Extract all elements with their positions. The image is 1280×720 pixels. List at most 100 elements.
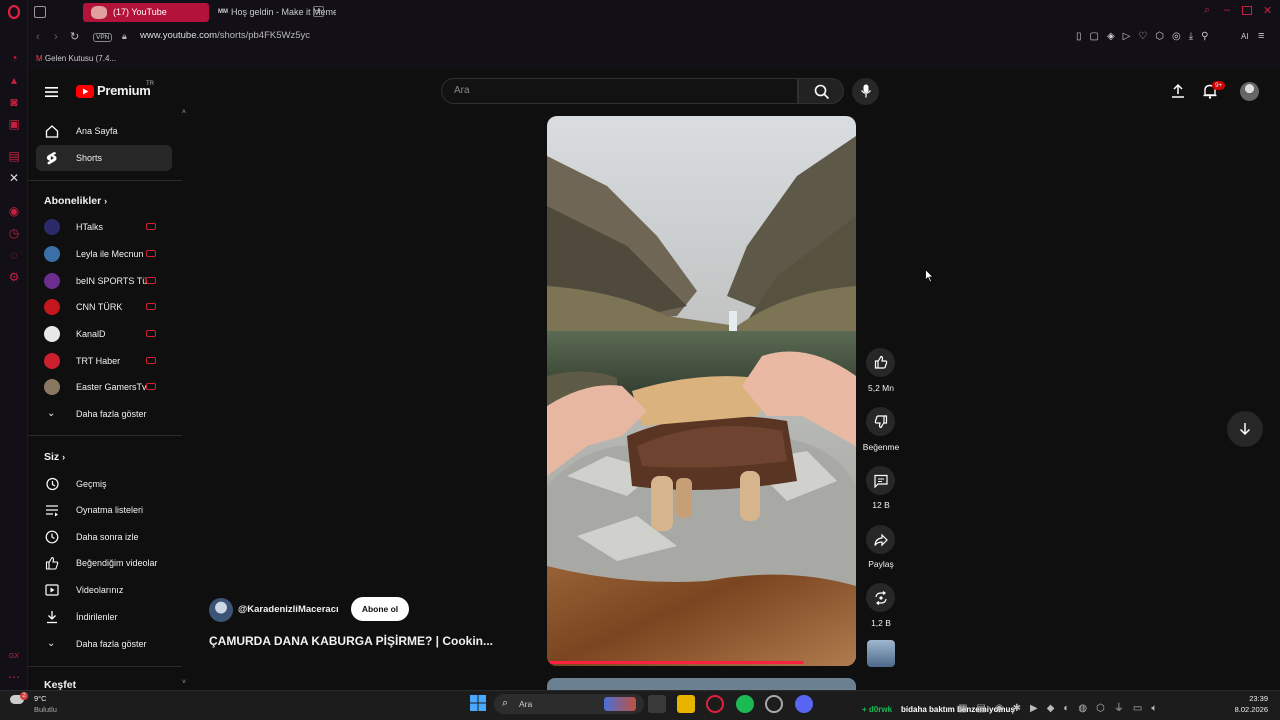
live-icon <box>146 330 156 337</box>
sound-thumbnail[interactable] <box>867 640 895 667</box>
sidebar-scroll-up-icon[interactable]: ˄ <box>182 109 186 116</box>
you-heading[interactable]: Siz › <box>44 451 65 463</box>
search-button[interactable] <box>798 78 844 104</box>
bookmark-gmail[interactable]: M Gelen Kutusu (7.4... <box>36 54 116 63</box>
subscription-item[interactable]: HTalks <box>36 214 172 240</box>
task-view-icon[interactable] <box>648 695 666 713</box>
speed-dial-icon[interactable]: ◔ <box>7 51 21 65</box>
opera-logo-icon[interactable] <box>7 4 21 20</box>
search-input[interactable]: Ara <box>441 78 798 104</box>
subscription-item[interactable]: Easter GamersTv <box>36 374 172 400</box>
system-tray-icons[interactable]: ▦▤◉✱▶◆◐◍⬡⏚▭🔈︎ <box>958 699 1178 714</box>
show-more-subscriptions[interactable]: ⌄ Daha fazla göster <box>36 401 172 427</box>
sidebar-item-watch-later[interactable]: Daha sonra izle <box>36 524 172 550</box>
gx-icon[interactable]: GX <box>7 650 21 664</box>
pin-icon[interactable]: ◌ <box>7 248 21 262</box>
subscription-item[interactable]: TRT Haber <box>36 348 172 374</box>
subscription-label: CNN TÜRK <box>76 302 123 312</box>
sidebar-item-history[interactable]: Geçmiş <box>36 471 172 497</box>
menu-icon[interactable]: ≡ <box>1258 30 1264 42</box>
more-icon[interactable]: ⋯ <box>7 670 21 684</box>
comments-button[interactable] <box>866 466 895 495</box>
url-field[interactable]: www.youtube.com/shorts/pb4FK5Wz5yc <box>140 30 310 41</box>
channel-avatar <box>44 353 60 369</box>
sidebar-item-downloads[interactable]: İndirilenler <box>36 604 172 630</box>
sidebar-item-your-videos[interactable]: Videolarınız <box>36 577 172 603</box>
weather-widget[interactable]: 2 <box>10 692 30 707</box>
sidebar-divider <box>28 666 182 667</box>
tab-youtube[interactable]: (17) YouTube <box>83 3 209 22</box>
sidebar-item-label: Oynatma listeleri <box>76 505 144 515</box>
subscription-item[interactable]: CNN TÜRK <box>36 294 172 320</box>
short-video-player[interactable] <box>547 116 856 666</box>
weather-temp: 9°C <box>34 694 47 703</box>
sidebar-item-liked-videos[interactable]: Beğendiğim videolar <box>36 550 172 576</box>
steam-icon[interactable] <box>765 695 783 713</box>
next-short-button[interactable] <box>1227 411 1263 447</box>
x-icon[interactable]: ✕ <box>7 171 21 185</box>
next-short-preview[interactable] <box>547 678 856 690</box>
share-button[interactable] <box>866 525 895 554</box>
show-more-you[interactable]: ⌄ Daha fazla göster <box>36 631 172 657</box>
dislike-button[interactable] <box>866 407 895 436</box>
search-tabs-icon[interactable]: ⌕ <box>1204 4 1210 17</box>
close-window-button[interactable]: ✕ <box>1263 4 1272 17</box>
ai-button[interactable]: AI <box>1241 32 1249 41</box>
guide-sidebar: ˄ Ana Sayfa Shorts Abonelikler › HTalks … <box>28 109 186 691</box>
new-tab-button[interactable]: + <box>313 6 324 17</box>
clock-time[interactable]: 23:39 <box>1232 694 1268 703</box>
player-icon[interactable]: ◉ <box>7 204 21 218</box>
subscription-item[interactable]: Leyla ile Mecnun <box>36 241 172 267</box>
taskbar-search[interactable]: ⌕ Ara <box>494 694 644 714</box>
settings-icon[interactable]: ⚙ <box>7 270 21 284</box>
start-button[interactable] <box>470 695 488 713</box>
file-explorer-icon[interactable] <box>677 695 695 713</box>
subscriptions-heading[interactable]: Abonelikler › <box>44 195 107 207</box>
sidebar-divider <box>28 435 182 436</box>
clock-date[interactable]: 8.02.2026 <box>1220 705 1268 714</box>
discord-icon[interactable] <box>795 695 813 713</box>
subscription-label: TRT Haber <box>76 356 121 366</box>
remix-button[interactable] <box>866 583 895 612</box>
chevron-down-icon: ⌄ <box>47 408 56 419</box>
account-avatar[interactable] <box>1240 82 1259 101</box>
maximize-button[interactable] <box>1242 6 1252 15</box>
minimize-button[interactable]: – <box>1224 4 1230 16</box>
sidebar-scroll-down-icon[interactable]: ˅ <box>182 679 186 686</box>
forward-icon[interactable]: › <box>54 31 58 43</box>
logo-region: TR <box>146 81 154 87</box>
channel-name[interactable]: @KaradenizliMaceracı <box>238 604 339 615</box>
instagram-icon[interactable]: ▣ <box>7 117 21 131</box>
sidebar-item-shorts[interactable]: Shorts <box>36 145 172 171</box>
history-side-icon[interactable]: ◷ <box>7 226 21 240</box>
sidebar-item-playlists[interactable]: Oynatma listeleri <box>36 497 172 523</box>
extensions-toolbar[interactable]: ▯▢◈▷♡⬡◎⤓⚲ <box>1076 31 1266 42</box>
whatsapp-icon[interactable]: ◙ <box>7 95 21 109</box>
vpn-badge[interactable]: VPN <box>93 33 113 42</box>
notifications-button[interactable]: 9+ <box>1202 81 1226 104</box>
workspaces-icon[interactable] <box>34 6 46 18</box>
chevron-right-icon: › <box>104 196 108 206</box>
bookmarks-bar: M Gelen Kutusu (7.4... <box>28 52 1280 69</box>
live-icon <box>146 250 156 257</box>
subscription-item[interactable]: KanalD <box>36 321 172 347</box>
upload-button[interactable] <box>1170 83 1186 104</box>
subscribe-button[interactable]: Abone ol <box>351 597 409 621</box>
back-icon[interactable]: ‹ <box>36 31 40 43</box>
sidebar-item-label: Videolarınız <box>76 585 124 595</box>
like-button[interactable] <box>866 348 895 377</box>
subscription-item[interactable]: beIN SPORTS Tü... <box>36 268 172 294</box>
twitch-icon[interactable]: ▤ <box>7 149 21 163</box>
bag-icon[interactable]: ▴ <box>7 73 21 87</box>
spotify-icon[interactable] <box>736 695 754 713</box>
guide-menu-button[interactable] <box>45 85 59 97</box>
sidebar-item-home[interactable]: Ana Sayfa <box>36 118 172 144</box>
reload-icon[interactable]: ↻ <box>70 30 79 43</box>
channel-avatar[interactable] <box>209 598 233 622</box>
lock-icon[interactable]: 🔒︎ <box>122 31 127 42</box>
subscriptions-title: Abonelikler <box>44 195 102 207</box>
subscription-label: Easter GamersTv <box>76 382 147 392</box>
opera-gx-taskbar-icon[interactable] <box>706 695 724 713</box>
voice-search-button[interactable] <box>852 78 879 105</box>
short-title[interactable]: ÇAMURDA DANA KABURGA PİŞİRME? | Cookin..… <box>209 634 493 648</box>
